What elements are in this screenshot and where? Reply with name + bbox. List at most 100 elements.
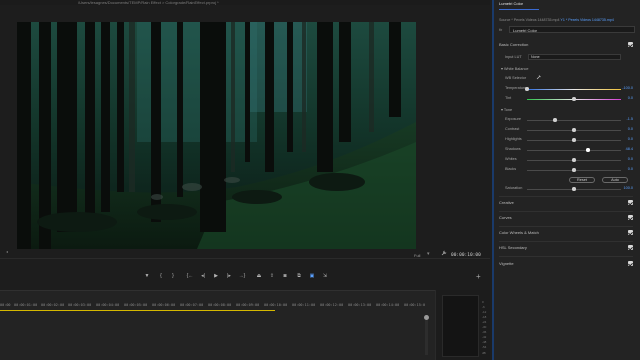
- whites-row: Whites 0.0: [505, 157, 633, 163]
- contrast-value[interactable]: 0.0: [628, 127, 633, 131]
- export-icon[interactable]: ⇲: [321, 272, 329, 280]
- button-editor-icon[interactable]: ⧉: [295, 272, 303, 280]
- meter-label: -18: [482, 315, 487, 319]
- divider: [499, 196, 633, 197]
- white-balance-header[interactable]: ▾ White Balance: [501, 66, 528, 71]
- effect-row: fx Lumetri Color: [499, 26, 635, 34]
- tone-label: Tone: [503, 108, 513, 112]
- basic-correction-checkbox[interactable]: [628, 42, 633, 47]
- section-creative[interactable]: Creative: [499, 200, 633, 208]
- saturation-handle[interactable]: [572, 187, 576, 191]
- ruler-tick: 00:00:04:00: [96, 303, 120, 307]
- work-area-bar[interactable]: [0, 310, 275, 311]
- ruler-tick: 00:00:10:00: [264, 303, 288, 307]
- exposure-slider[interactable]: [527, 119, 621, 121]
- sequence-clip-name[interactable]: Y1 * Pexels Videos 1448735.mp4: [560, 18, 613, 22]
- add-button-icon[interactable]: +: [476, 272, 481, 281]
- step-forward-icon[interactable]: |▸: [225, 272, 233, 280]
- shadows-row: Shadows 48.4: [505, 147, 633, 153]
- go-to-in-icon[interactable]: {←: [186, 272, 194, 280]
- input-lut-value: None: [531, 55, 540, 59]
- play-icon[interactable]: ▶: [212, 272, 220, 280]
- ruler-tick: 00:00:03:00: [68, 303, 92, 307]
- meter-label: dB: [482, 351, 486, 355]
- scrollbar-handle[interactable]: [424, 315, 429, 320]
- ruler-tick: 00:00: [0, 303, 11, 307]
- video-preview[interactable]: [17, 22, 416, 249]
- auto-button[interactable]: Auto: [602, 177, 628, 183]
- extract-icon[interactable]: ⇪: [268, 272, 276, 280]
- temperature-slider[interactable]: [527, 88, 621, 90]
- chevron-down-icon[interactable]: ▾: [427, 251, 430, 257]
- fx-icon[interactable]: fx: [499, 27, 502, 32]
- section-vignette[interactable]: Vignette: [499, 261, 633, 269]
- whites-label: Whites: [505, 157, 517, 161]
- whites-value[interactable]: 0.0: [628, 157, 633, 161]
- section-basic-correction[interactable]: Basic Correction: [499, 42, 633, 50]
- blacks-value[interactable]: 0.0: [628, 167, 633, 171]
- section-title: Basic Correction: [499, 42, 529, 47]
- comparison-view-icon[interactable]: ▣: [308, 272, 316, 280]
- timeline-ruler[interactable]: 00:00 00:00:01:00 00:00:02:00 00:00:03:0…: [0, 299, 435, 307]
- section-curves[interactable]: Curves: [499, 215, 633, 223]
- tone-header[interactable]: ▾ Tone: [501, 107, 512, 112]
- meter-label: -54: [482, 345, 487, 349]
- mark-out-icon[interactable]: }: [169, 272, 177, 280]
- meter-label: -24: [482, 320, 487, 324]
- audio-meter: 0 -6 -12 -18 -24 -30 -36 -42 -48 -54 dB: [435, 290, 490, 360]
- lumetri-color-panel: Lumetri Color Source * Pexels Videos 144…: [492, 0, 640, 360]
- divider: [499, 241, 633, 242]
- section-hsl-secondary[interactable]: HSL Secondary: [499, 245, 633, 253]
- exposure-handle[interactable]: [553, 118, 557, 122]
- eyedropper-icon[interactable]: [536, 74, 541, 80]
- saturation-value[interactable]: 100.0: [623, 186, 633, 190]
- source-clip-label[interactable]: Source * Pexels Videos 1448735.mp4 Y1 * …: [499, 18, 614, 22]
- exposure-label: Exposure: [505, 117, 522, 121]
- divider: [499, 256, 633, 257]
- tint-handle[interactable]: [572, 97, 576, 101]
- creative-checkbox[interactable]: [628, 200, 633, 205]
- ruler-tick: 00:00:07:00: [180, 303, 204, 307]
- reset-button[interactable]: Reset: [569, 177, 595, 183]
- timeline-scrollbar[interactable]: [425, 315, 428, 355]
- left-arrow-icon[interactable]: ◂: [6, 249, 8, 254]
- highlights-row: Highlights 0.0: [505, 137, 633, 143]
- highlights-label: Highlights: [505, 137, 522, 141]
- go-to-out-icon[interactable]: →}: [238, 272, 246, 280]
- add-marker-icon[interactable]: ▼: [143, 272, 151, 280]
- contrast-row: Contrast 0.0: [505, 127, 633, 133]
- exposure-value[interactable]: -1.5: [626, 117, 633, 121]
- ruler-tick: 00:00:01:00: [14, 303, 38, 307]
- highlights-handle[interactable]: [572, 138, 576, 142]
- ruler-tick: 00:00:14:00: [376, 303, 400, 307]
- blacks-label: Blacks: [505, 167, 517, 171]
- tint-value[interactable]: 0.0: [628, 96, 633, 100]
- highlights-value[interactable]: 0.0: [628, 137, 633, 141]
- wrench-icon[interactable]: [441, 250, 447, 256]
- shadows-value[interactable]: 48.4: [626, 147, 633, 151]
- section-color-wheels[interactable]: Color Wheels & Match: [499, 230, 633, 238]
- temperature-handle[interactable]: [525, 87, 529, 91]
- section-title: Vignette: [499, 261, 514, 266]
- lift-icon[interactable]: ⏏: [255, 272, 263, 280]
- color-wheels-checkbox[interactable]: [628, 230, 633, 235]
- meter-label: -42: [482, 335, 487, 339]
- blacks-handle[interactable]: [572, 168, 576, 172]
- shadows-slider[interactable]: [527, 149, 621, 151]
- vignette-checkbox[interactable]: [628, 261, 633, 266]
- program-monitor: ◂ Full ▾ 00:00:10:00: [0, 5, 490, 258]
- contrast-handle[interactable]: [572, 128, 576, 132]
- step-back-icon[interactable]: ◂|: [199, 272, 207, 280]
- tab-lumetri-color[interactable]: Lumetri Color: [499, 1, 523, 9]
- effect-select[interactable]: Lumetri Color: [509, 26, 635, 33]
- camera-icon[interactable]: ◙: [281, 272, 289, 280]
- hsl-secondary-checkbox[interactable]: [628, 245, 633, 250]
- shadows-handle[interactable]: [586, 148, 590, 152]
- curves-checkbox[interactable]: [628, 215, 633, 220]
- mark-in-icon[interactable]: {: [157, 272, 165, 280]
- section-title: HSL Secondary: [499, 245, 527, 250]
- temperature-value[interactable]: -100.0: [622, 86, 633, 90]
- input-lut-select[interactable]: None: [528, 54, 621, 60]
- whites-handle[interactable]: [572, 158, 576, 162]
- white-balance-label: White Balance: [503, 67, 529, 71]
